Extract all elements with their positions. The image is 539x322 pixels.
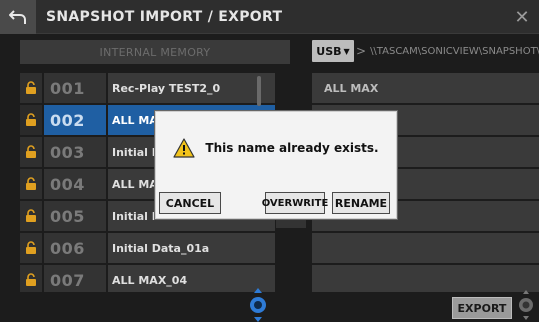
internal-memory-header: INTERNAL MEMORY bbox=[20, 40, 290, 64]
snapshot-number: 002 bbox=[44, 105, 106, 135]
source-label: USB bbox=[316, 44, 342, 58]
close-button[interactable]: ✕ bbox=[511, 6, 533, 28]
snapshot-number: 003 bbox=[44, 137, 106, 167]
dialog-message: This name already exists. bbox=[156, 138, 396, 158]
source-select-button[interactable]: USB ▼ bbox=[312, 40, 354, 62]
left-list-scrollbar[interactable] bbox=[257, 76, 261, 106]
snapshot-number: 006 bbox=[44, 233, 106, 263]
lock-open-icon[interactable] bbox=[20, 169, 42, 199]
export-knob-indicator[interactable] bbox=[518, 290, 534, 320]
snapshot-number: 005 bbox=[44, 201, 106, 231]
lock-open-icon[interactable] bbox=[20, 201, 42, 231]
cancel-button[interactable]: CANCEL bbox=[159, 192, 221, 214]
path-breadcrumb: > \\TASCAM\SONICVIEW\SNAPSHOT\ bbox=[356, 40, 539, 62]
chevron-right-icon: > bbox=[356, 44, 367, 58]
lock-open-icon[interactable] bbox=[20, 233, 42, 263]
window-title: SNAPSHOT IMPORT / EXPORT bbox=[46, 9, 283, 25]
usb-snapshot-row[interactable] bbox=[312, 233, 539, 263]
snapshot-number: 001 bbox=[44, 73, 106, 103]
dialog-message-text: This name already exists. bbox=[205, 141, 379, 155]
usb-snapshot-row[interactable]: ALL MAX bbox=[312, 73, 539, 103]
snapshot-row[interactable]: 007 ALL MAX_04 bbox=[20, 265, 275, 295]
warning-icon bbox=[173, 138, 196, 158]
back-button[interactable] bbox=[0, 0, 36, 34]
knob-icon bbox=[519, 290, 533, 320]
lock-open-icon[interactable] bbox=[20, 137, 42, 167]
path-text: \\TASCAM\SONICVIEW\SNAPSHOT\ bbox=[370, 45, 539, 57]
snapshot-name: Rec-Play TEST2_0 bbox=[108, 73, 275, 103]
export-button[interactable]: EXPORT bbox=[452, 297, 512, 319]
back-arrow-icon bbox=[9, 10, 26, 24]
lock-open-icon[interactable] bbox=[20, 265, 42, 295]
snapshot-number: 004 bbox=[44, 169, 106, 199]
chevron-down-icon: ▼ bbox=[343, 46, 350, 56]
lock-open-icon[interactable] bbox=[20, 105, 42, 135]
usb-snapshot-row[interactable] bbox=[312, 265, 539, 295]
close-icon: ✕ bbox=[514, 6, 530, 28]
knob-icon bbox=[250, 288, 266, 322]
snapshot-number: 007 bbox=[44, 265, 106, 295]
title-bar: SNAPSHOT IMPORT / EXPORT ✕ bbox=[0, 0, 539, 34]
snapshot-row[interactable]: 006 Initial Data_01a bbox=[20, 233, 275, 263]
snapshot-name: Initial Data_01a bbox=[108, 233, 275, 263]
lock-open-icon[interactable] bbox=[20, 73, 42, 103]
snapshot-import-export-screen: SNAPSHOT IMPORT / EXPORT ✕ INTERNAL MEMO… bbox=[0, 0, 539, 322]
rename-button[interactable]: RENAME bbox=[332, 192, 390, 214]
name-exists-dialog: This name already exists. CANCEL OVERWRI… bbox=[155, 111, 397, 219]
snapshot-row[interactable]: 001 Rec-Play TEST2_0 bbox=[20, 73, 275, 103]
overwrite-button[interactable]: OVERWRITE bbox=[262, 192, 328, 214]
encoder-knob-indicator[interactable] bbox=[248, 288, 268, 322]
